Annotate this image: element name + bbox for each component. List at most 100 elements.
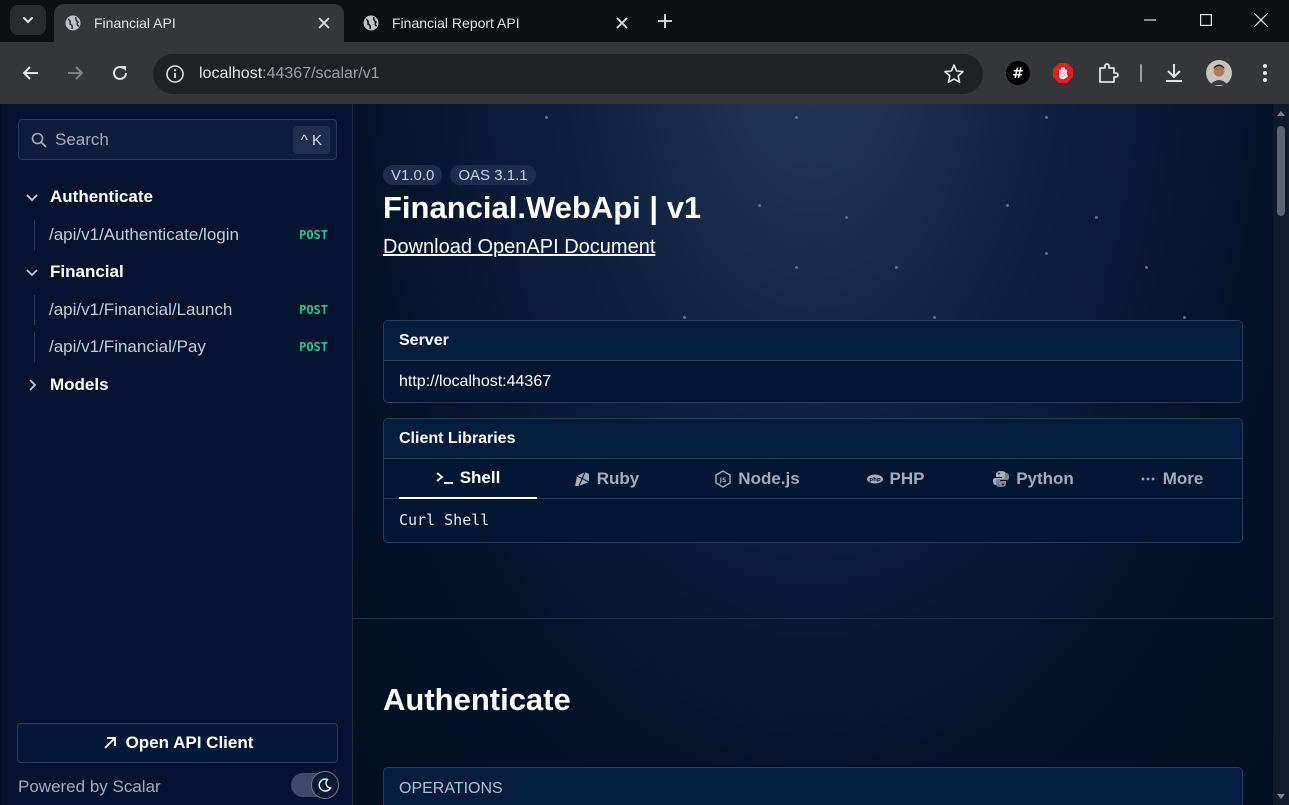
arrow-up-right-icon <box>102 735 118 751</box>
section-divider <box>353 618 1273 619</box>
profile-avatar[interactable] <box>1204 58 1234 88</box>
decorative-star <box>683 316 686 319</box>
maximize-button[interactable] <box>1178 4 1234 36</box>
blocker-extension-button[interactable] <box>1048 58 1078 88</box>
arrow-right-icon <box>68 66 84 80</box>
tab-ruby[interactable]: Ruby <box>537 459 675 499</box>
decorative-star <box>1006 204 1009 207</box>
hashtag-extension-button[interactable]: # <box>1003 58 1033 88</box>
dark-mode-toggle[interactable] <box>291 771 339 799</box>
decorative-star <box>1045 252 1048 255</box>
endpoint-path: /api/v1/Authenticate/login <box>49 225 239 244</box>
close-tab-icon[interactable] <box>612 13 632 33</box>
search-placeholder: Search <box>55 129 109 149</box>
decorative-star <box>933 316 936 319</box>
tab-php[interactable]: php PHP <box>826 459 964 499</box>
address-bar[interactable]: localhost:44367/scalar/v1 <box>153 54 983 94</box>
minimize-button[interactable] <box>1122 4 1178 36</box>
tab-strip: Financial API Financial Report API <box>0 0 1289 42</box>
sidebar: Search ^ K Authenticate /api/v1/Authenti… <box>2 104 353 805</box>
search-shortcut-badge: ^ K <box>292 126 330 154</box>
main-content: V1.0.0 OAS 3.1.1 Financial.WebApi | v1 D… <box>353 104 1273 805</box>
stop-hand-icon <box>1053 63 1073 83</box>
tab-search-button[interactable] <box>10 5 46 35</box>
ellipsis-icon <box>1139 470 1157 488</box>
new-tab-button[interactable] <box>652 8 678 34</box>
code-snippet-selector[interactable]: Curl Shell <box>384 499 1242 541</box>
sidebar-group-label: Models <box>50 375 109 394</box>
tab-title: Financial API <box>94 15 176 31</box>
tab-label: PHP <box>889 469 925 488</box>
client-libraries-heading: Client Libraries <box>384 419 1242 459</box>
decorative-star <box>1045 116 1048 119</box>
method-badge: POST <box>299 228 328 242</box>
sidebar-item-financial-launch[interactable]: /api/v1/Financial/Launch POST <box>34 295 334 325</box>
page-scrollbar[interactable] <box>1273 104 1289 805</box>
kebab-menu-icon <box>1263 64 1267 82</box>
reload-icon <box>113 65 127 80</box>
tab-label: Node.js <box>738 469 800 488</box>
scroll-down-arrow-icon[interactable] <box>1276 792 1286 802</box>
browser-toolbar: localhost:44367/scalar/v1 # <box>0 42 1289 104</box>
moon-icon <box>311 771 339 799</box>
close-icon <box>1254 13 1268 27</box>
decorative-star <box>758 204 761 207</box>
minimize-icon <box>1144 19 1156 21</box>
open-api-client-button[interactable]: Open API Client <box>17 723 338 763</box>
forward-button[interactable] <box>59 57 91 89</box>
tab-nodejs[interactable]: JS Node.js <box>688 459 826 499</box>
sidebar-item-financial-pay[interactable]: /api/v1/Financial/Pay POST <box>34 332 334 362</box>
scrollbar-thumb[interactable] <box>1277 126 1285 216</box>
toolbar-separator <box>1140 64 1142 82</box>
tab-more[interactable]: More <box>1102 459 1240 499</box>
bookmark-star-icon[interactable] <box>943 63 965 85</box>
globe-icon <box>64 14 82 32</box>
site-info-icon[interactable] <box>163 62 187 86</box>
search-input[interactable]: Search ^ K <box>18 119 337 160</box>
sidebar-group-financial[interactable]: Financial <box>24 262 124 282</box>
sidebar-item-authenticate-login[interactable]: /api/v1/Authenticate/login POST <box>34 220 334 250</box>
sidebar-group-authenticate[interactable]: Authenticate <box>24 187 153 207</box>
decorative-star <box>1095 216 1098 219</box>
svg-text:php: php <box>869 477 881 483</box>
download-icon <box>1166 64 1182 82</box>
operations-label: OPERATIONS <box>399 780 503 797</box>
tab-financial-report-api[interactable]: Financial Report API <box>352 4 642 42</box>
operations-card: OPERATIONS <box>383 767 1243 805</box>
maximize-icon <box>1200 14 1212 26</box>
close-window-button[interactable] <box>1233 4 1289 36</box>
endpoint-path: /api/v1/Financial/Launch <box>49 300 233 319</box>
sidebar-group-label: Authenticate <box>50 187 153 206</box>
scroll-up-arrow-icon[interactable] <box>1276 108 1286 118</box>
close-tab-icon[interactable] <box>314 13 334 33</box>
globe-icon <box>362 14 380 32</box>
browser-menu-button[interactable] <box>1250 58 1280 88</box>
reload-button[interactable] <box>104 57 136 89</box>
server-url[interactable]: http://localhost:44367 <box>384 361 1242 402</box>
decorative-star <box>545 116 548 119</box>
sidebar-group-models[interactable]: Models <box>24 375 109 395</box>
tab-label: Python <box>1016 469 1074 488</box>
tab-python[interactable]: Python <box>964 459 1102 499</box>
back-button[interactable] <box>15 57 47 89</box>
sidebar-group-label: Financial <box>50 262 124 281</box>
chevron-down-icon <box>23 17 33 24</box>
download-openapi-link[interactable]: Download OpenAPI Document <box>383 236 655 259</box>
version-badges: V1.0.0 OAS 3.1.1 <box>383 165 536 185</box>
chevron-right-icon <box>24 377 40 393</box>
tab-financial-api[interactable]: Financial API <box>54 4 344 42</box>
powered-by-scalar-link[interactable]: Powered by Scalar <box>18 777 161 797</box>
extensions-button[interactable] <box>1093 58 1123 88</box>
php-icon: php <box>866 470 884 488</box>
oas-badge: OAS 3.1.1 <box>450 165 536 185</box>
svg-text:#: # <box>1012 66 1024 82</box>
browser-window: Financial API Financial Report API local… <box>0 0 1289 805</box>
decorative-star <box>795 116 798 119</box>
section-title-authenticate: Authenticate <box>383 682 571 717</box>
svg-text:JS: JS <box>719 477 727 484</box>
client-libraries-card: Client Libraries Shell Ruby JS Node.js p… <box>383 418 1243 543</box>
tab-shell[interactable]: Shell <box>399 459 537 499</box>
url-text: localhost:44367/scalar/v1 <box>199 65 380 82</box>
server-heading: Server <box>384 321 1242 361</box>
downloads-button[interactable] <box>1159 58 1189 88</box>
